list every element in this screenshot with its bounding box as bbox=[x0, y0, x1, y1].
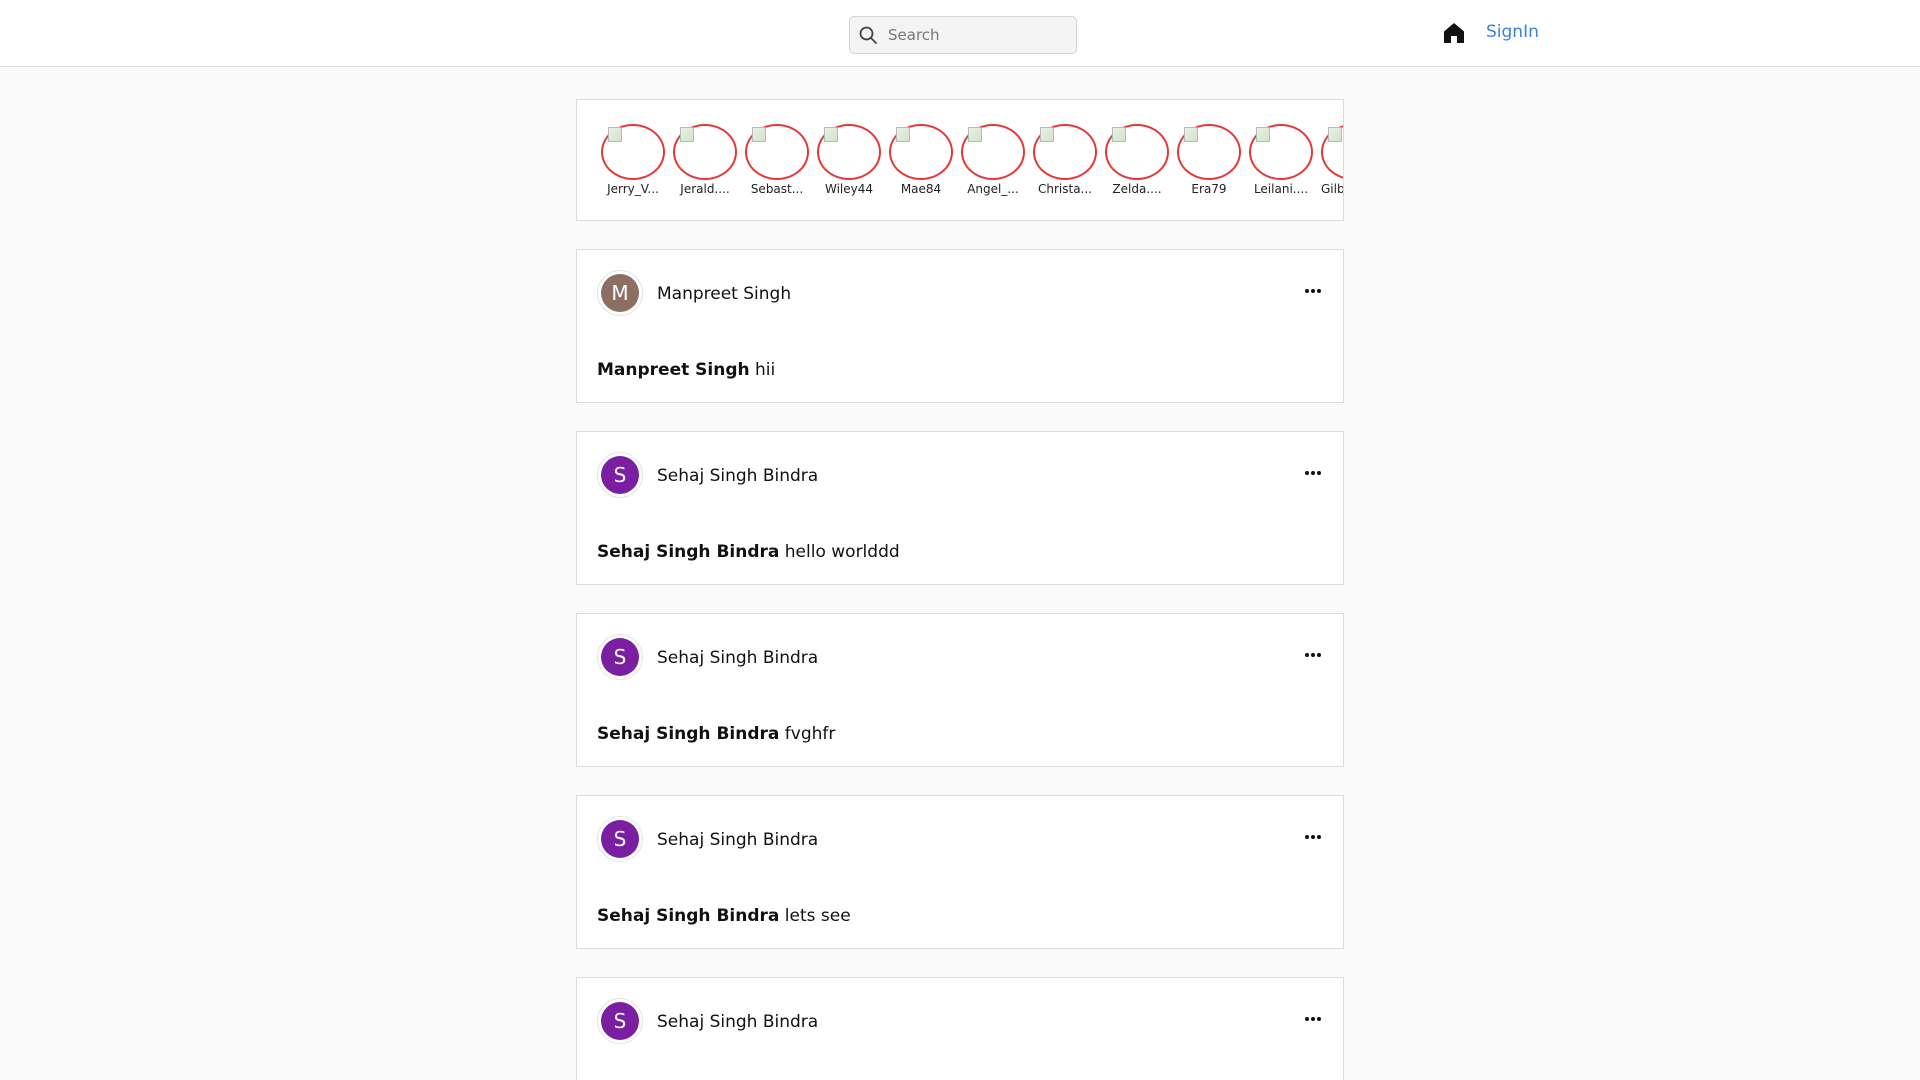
story-item[interactable]: Mae84 bbox=[889, 124, 953, 196]
broken-image-icon bbox=[968, 127, 982, 142]
story-item[interactable]: Christa... bbox=[1033, 124, 1097, 196]
caption-author: Manpreet Singh bbox=[597, 360, 750, 380]
story-username: Leilani.... bbox=[1253, 182, 1309, 196]
post-card: S Sehaj Singh Bindra bbox=[576, 977, 1344, 1080]
story-username: Jerald.... bbox=[680, 182, 730, 196]
post-caption: Manpreet Singh hii bbox=[597, 360, 775, 380]
post-caption: Sehaj Singh Bindra lets see bbox=[597, 906, 851, 926]
broken-image-icon bbox=[1184, 127, 1198, 142]
caption-author: Sehaj Singh Bindra bbox=[597, 906, 780, 926]
top-navbar: SignIn bbox=[0, 0, 1920, 67]
caption-author: Sehaj Singh Bindra bbox=[597, 724, 780, 744]
caption-text: lets see bbox=[784, 906, 851, 926]
story-username: Angel_... bbox=[967, 182, 1019, 196]
post-card: M Manpreet Singh Manpreet Singh hii bbox=[576, 249, 1344, 403]
story-item[interactable]: Zelda.... bbox=[1105, 124, 1169, 196]
post-caption: Sehaj Singh Bindra fvghfr bbox=[597, 724, 835, 744]
stories-bar: Jerry_V... Jerald.... Sebast... Wiley44 … bbox=[576, 99, 1344, 221]
more-horizontal-icon[interactable] bbox=[1303, 832, 1323, 842]
caption-text: hello worlddd bbox=[784, 542, 900, 562]
story-username: Sebast... bbox=[750, 182, 804, 196]
story-item[interactable]: Leilani.... bbox=[1249, 124, 1313, 196]
story-username: Mae84 bbox=[900, 182, 942, 196]
post-author-name[interactable]: Sehaj Singh Bindra bbox=[657, 830, 818, 850]
story-item[interactable]: Era79 bbox=[1177, 124, 1241, 196]
story-avatar-ring bbox=[961, 124, 1025, 180]
story-item[interactable]: Jerald.... bbox=[673, 124, 737, 196]
story-item[interactable]: Jerry_V... bbox=[601, 124, 665, 196]
avatar: M bbox=[601, 274, 639, 312]
post-avatar-ring[interactable]: S bbox=[597, 452, 643, 498]
post-avatar-ring[interactable]: S bbox=[597, 998, 643, 1044]
avatar: S bbox=[601, 1002, 639, 1040]
story-avatar-ring bbox=[1321, 124, 1343, 180]
more-horizontal-icon[interactable] bbox=[1303, 286, 1323, 296]
story-avatar-ring bbox=[745, 124, 809, 180]
more-horizontal-icon[interactable] bbox=[1303, 468, 1323, 478]
story-item[interactable]: Wiley44 bbox=[817, 124, 881, 196]
broken-image-icon bbox=[1256, 127, 1270, 142]
post-caption: Sehaj Singh Bindra hello worlddd bbox=[597, 542, 900, 562]
story-avatar-ring bbox=[889, 124, 953, 180]
post-avatar-ring[interactable]: M bbox=[597, 270, 643, 316]
caption-author: Sehaj Singh Bindra bbox=[597, 542, 780, 562]
caption-text: hii bbox=[755, 360, 776, 380]
story-avatar-ring bbox=[1249, 124, 1313, 180]
avatar: S bbox=[601, 456, 639, 494]
caption-text: fvghfr bbox=[784, 724, 836, 744]
signin-link[interactable]: SignIn bbox=[1486, 22, 1539, 42]
more-horizontal-icon[interactable] bbox=[1303, 650, 1323, 660]
post-author-name[interactable]: Manpreet Singh bbox=[657, 284, 791, 304]
search-input[interactable] bbox=[888, 26, 1058, 44]
search-box[interactable] bbox=[849, 16, 1077, 54]
post-avatar-ring[interactable]: S bbox=[597, 634, 643, 680]
story-avatar-ring bbox=[1177, 124, 1241, 180]
story-avatar-ring bbox=[673, 124, 737, 180]
more-horizontal-icon[interactable] bbox=[1303, 1014, 1323, 1024]
story-username: Wiley44 bbox=[824, 182, 874, 196]
avatar: S bbox=[601, 638, 639, 676]
broken-image-icon bbox=[608, 127, 622, 142]
story-item[interactable]: Gilb bbox=[1321, 124, 1344, 196]
post-card: S Sehaj Singh Bindra Sehaj Singh Bindra … bbox=[576, 431, 1344, 585]
broken-image-icon bbox=[1328, 127, 1342, 142]
broken-image-icon bbox=[1112, 127, 1126, 142]
broken-image-icon bbox=[752, 127, 766, 142]
broken-image-icon bbox=[896, 127, 910, 142]
story-avatar-ring bbox=[1033, 124, 1097, 180]
story-avatar-ring bbox=[1105, 124, 1169, 180]
post-author-name[interactable]: Sehaj Singh Bindra bbox=[657, 648, 818, 668]
story-username: Zelda.... bbox=[1112, 182, 1162, 196]
story-item[interactable]: Angel_... bbox=[961, 124, 1025, 196]
story-avatar-ring bbox=[817, 124, 881, 180]
avatar: S bbox=[601, 820, 639, 858]
story-username: Christa... bbox=[1037, 182, 1092, 196]
post-card: S Sehaj Singh Bindra Sehaj Singh Bindra … bbox=[576, 613, 1344, 767]
story-username: Era79 bbox=[1191, 182, 1227, 196]
post-author-name[interactable]: Sehaj Singh Bindra bbox=[657, 1012, 818, 1032]
story-avatar-ring bbox=[601, 124, 665, 180]
story-username: Gilb bbox=[1321, 182, 1344, 196]
story-item[interactable]: Sebast... bbox=[745, 124, 809, 196]
broken-image-icon bbox=[680, 127, 694, 142]
post-avatar-ring[interactable]: S bbox=[597, 816, 643, 862]
search-icon bbox=[859, 26, 877, 44]
post-card: S Sehaj Singh Bindra Sehaj Singh Bindra … bbox=[576, 795, 1344, 949]
story-username: Jerry_V... bbox=[607, 182, 659, 196]
home-icon[interactable] bbox=[1442, 21, 1466, 45]
post-author-name[interactable]: Sehaj Singh Bindra bbox=[657, 466, 818, 486]
broken-image-icon bbox=[1040, 127, 1054, 142]
broken-image-icon bbox=[824, 127, 838, 142]
